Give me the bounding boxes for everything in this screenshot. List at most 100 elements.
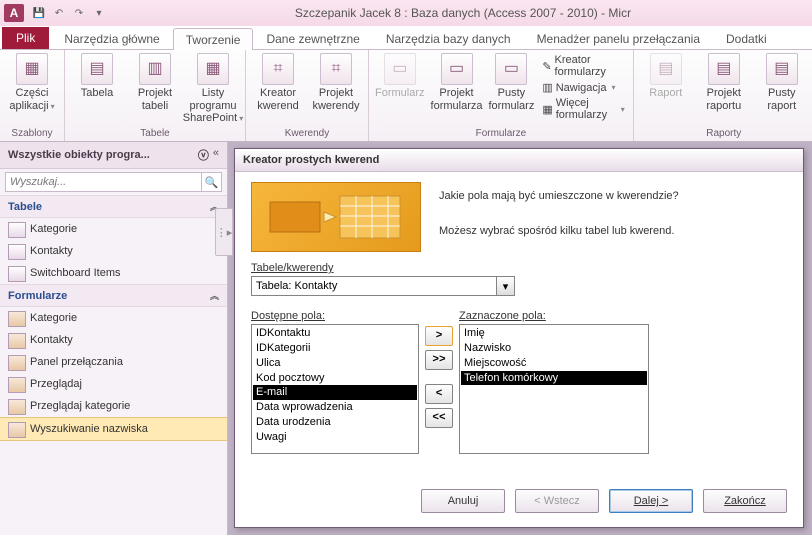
add-all-fields-button[interactable]: >> <box>425 350 453 370</box>
form-design-icon: ▭ <box>441 53 473 85</box>
tab-menadzer-panelu[interactable]: Menadżer panelu przełączania <box>524 27 713 49</box>
window-title: Szczepanik Jacek 8 : Baza danych (Access… <box>118 6 808 20</box>
back-button[interactable]: < Wstecz <box>515 489 599 513</box>
nav-item-switchboard[interactable]: Switchboard Items <box>0 262 227 284</box>
category-tabele[interactable]: Tabele︽ <box>0 195 227 218</box>
wizard-prompt: Jakie pola mają być umieszczone w kweren… <box>439 182 787 252</box>
mdi-canvas: Kreator prostych kwerend Jakie pola mają… <box>228 142 812 535</box>
remove-field-button[interactable]: < <box>425 384 453 404</box>
finish-button[interactable]: Zakończ <box>703 489 787 513</box>
nav-item-wyszukiwanie-nazwiska[interactable]: Wyszukiwanie nazwiska <box>0 417 227 441</box>
next-button[interactable]: Dalej > <box>609 489 693 513</box>
available-field-item[interactable]: Data wprowadzenia <box>253 400 417 415</box>
btn-projekt-kwerendy[interactable]: ⌗Projekt kwerendy <box>310 53 362 127</box>
workspace: Wszystkie obiekty progra... ⓥ« 🔍 Tabele︽… <box>0 142 812 535</box>
file-tab[interactable]: Plik <box>2 27 49 49</box>
available-field-item[interactable]: Data urodzenia <box>253 415 417 430</box>
wizard-question-2: Możesz wybrać spośród kilku tabel lub kw… <box>439 223 787 241</box>
shutter-handle[interactable]: ⋮▸ <box>215 208 233 256</box>
combo-dropdown-button[interactable]: ▾ <box>497 276 515 296</box>
search-toggle-icon[interactable]: ⓥ <box>198 147 209 163</box>
nav-search: 🔍 <box>0 169 227 195</box>
add-field-button[interactable]: > <box>425 326 453 346</box>
btn-formularz[interactable]: ▭Formularz <box>375 53 425 127</box>
nav-item-kontakty[interactable]: Kontakty <box>0 240 227 262</box>
tab-narzedzia-bazy[interactable]: Narzędzia bazy danych <box>373 27 524 49</box>
available-fields-listbox[interactable]: IDKontaktuIDKategoriiUlicaKod pocztowyE-… <box>251 324 419 454</box>
app-icon: A <box>4 4 24 22</box>
tables-combo[interactable]: ▾ <box>251 276 787 296</box>
btn-wiecej-formularzy[interactable]: ▦Więcej formularzy <box>540 96 626 122</box>
wizard-illustration <box>251 182 421 252</box>
title-bar: A 💾 ↶ ↷ ▾ Szczepanik Jacek 8 : Baza dany… <box>0 0 812 26</box>
form-icon: ▭ <box>384 53 416 85</box>
group-szablony: ▦Części aplikacji Szablony <box>0 50 65 141</box>
category-formularze[interactable]: Formularze︽ <box>0 284 227 307</box>
wizard-question-1: Jakie pola mają być umieszczone w kweren… <box>439 188 787 206</box>
tab-tworzenie[interactable]: Tworzenie <box>173 28 254 50</box>
btn-nawigacja[interactable]: ▥Nawigacja <box>540 80 626 95</box>
btn-kreator-formularzy[interactable]: ✎Kreator formularzy <box>540 53 626 79</box>
nav-item-kategorie[interactable]: Kategorie <box>0 218 227 240</box>
selected-fields-listbox[interactable]: ImięNazwiskoMiejscowośćTelefon komórkowy <box>459 324 649 454</box>
btn-pusty-raport[interactable]: ▤Pusty raport <box>756 53 808 127</box>
wizard-icon: ✎ <box>542 60 551 73</box>
tables-combo-input[interactable] <box>251 276 497 296</box>
btn-projekt-formularza[interactable]: ▭Projekt formularza <box>431 53 483 127</box>
selected-fields-label: Zaznaczone pola: <box>459 310 649 322</box>
nav-title: Wszystkie obiekty progra... <box>8 149 150 161</box>
btn-projekt-tabeli[interactable]: ▥Projekt tabeli <box>129 53 181 127</box>
search-icon[interactable]: 🔍 <box>202 172 222 192</box>
undo-icon[interactable]: ↶ <box>50 4 68 22</box>
blank-report-icon: ▤ <box>766 53 798 85</box>
group-raporty: ▤Raport ▤Projekt raportu ▤Pusty raport R… <box>634 50 812 141</box>
query-wizard-icon: ⌗ <box>262 53 294 85</box>
nav-item-przegladaj[interactable]: Przeglądaj <box>0 373 227 395</box>
sharepoint-icon: ▦ <box>197 53 229 85</box>
btn-tabela[interactable]: ▤Tabela <box>71 53 123 127</box>
table-design-icon: ▥ <box>139 53 171 85</box>
query-wizard-dialog: Kreator prostych kwerend Jakie pola mają… <box>234 148 804 528</box>
dialog-title: Kreator prostych kwerend <box>235 149 803 172</box>
group-kwerendy: ⌗Kreator kwerend ⌗Projekt kwerendy Kwere… <box>246 50 369 141</box>
query-design-icon: ⌗ <box>320 53 352 85</box>
search-input[interactable] <box>5 172 202 192</box>
btn-pusty-formularz[interactable]: ▭Pusty formularz <box>488 53 534 127</box>
tab-dodatki[interactable]: Dodatki <box>713 27 780 49</box>
tables-queries-label: Tabele/kwerendy <box>251 262 787 274</box>
nav-header[interactable]: Wszystkie obiekty progra... ⓥ« <box>0 142 227 169</box>
group-formularze: ▭Formularz ▭Projekt formularza ▭Pusty fo… <box>369 50 634 141</box>
selected-field-item[interactable]: Imię <box>461 326 647 341</box>
collapse-icon[interactable]: « <box>213 147 219 163</box>
available-field-item[interactable]: IDKontaktu <box>253 326 417 341</box>
form-extra-list: ✎Kreator formularzy ▥Nawigacja ▦Więcej f… <box>540 53 626 127</box>
redo-icon[interactable]: ↷ <box>70 4 88 22</box>
selected-field-item[interactable]: Telefon komórkowy <box>461 371 647 386</box>
btn-czesci-aplikacji[interactable]: ▦Części aplikacji <box>6 53 58 127</box>
tab-narzedzia-glowne[interactable]: Narzędzia główne <box>51 27 172 49</box>
btn-raport[interactable]: ▤Raport <box>640 53 692 127</box>
cancel-button[interactable]: Anuluj <box>421 489 505 513</box>
btn-projekt-raportu[interactable]: ▤Projekt raportu <box>698 53 750 127</box>
nav-item-form-kontakty[interactable]: Kontakty <box>0 329 227 351</box>
parts-icon: ▦ <box>16 53 48 85</box>
nav-item-panel-przelaczania[interactable]: Panel przełączania <box>0 351 227 373</box>
remove-all-fields-button[interactable]: << <box>425 408 453 428</box>
tab-dane-zewnetrzne[interactable]: Dane zewnętrzne <box>253 27 372 49</box>
available-field-item[interactable]: Uwagi <box>253 430 417 445</box>
available-field-item[interactable]: E-mail <box>253 385 417 400</box>
btn-kreator-kwerend[interactable]: ⌗Kreator kwerend <box>252 53 304 127</box>
available-field-item[interactable]: Ulica <box>253 356 417 371</box>
nav-item-form-kategorie[interactable]: Kategorie <box>0 307 227 329</box>
selected-field-item[interactable]: Miejscowość <box>461 356 647 371</box>
available-field-item[interactable]: Kod pocztowy <box>253 371 417 386</box>
nav-item-przegladaj-kategorie[interactable]: Przeglądaj kategorie <box>0 395 227 417</box>
qat-more-icon[interactable]: ▾ <box>90 4 108 22</box>
btn-listy-sharepoint[interactable]: ▦Listy programu SharePoint <box>187 53 239 127</box>
available-field-item[interactable]: IDKategorii <box>253 341 417 356</box>
selected-field-item[interactable]: Nazwisko <box>461 341 647 356</box>
navigation-pane: Wszystkie obiekty progra... ⓥ« 🔍 Tabele︽… <box>0 142 228 535</box>
group-label: Raporty <box>640 127 808 140</box>
ribbon-tabs: Plik Narzędzia główne Tworzenie Dane zew… <box>0 26 812 50</box>
save-icon[interactable]: 💾 <box>30 4 48 22</box>
